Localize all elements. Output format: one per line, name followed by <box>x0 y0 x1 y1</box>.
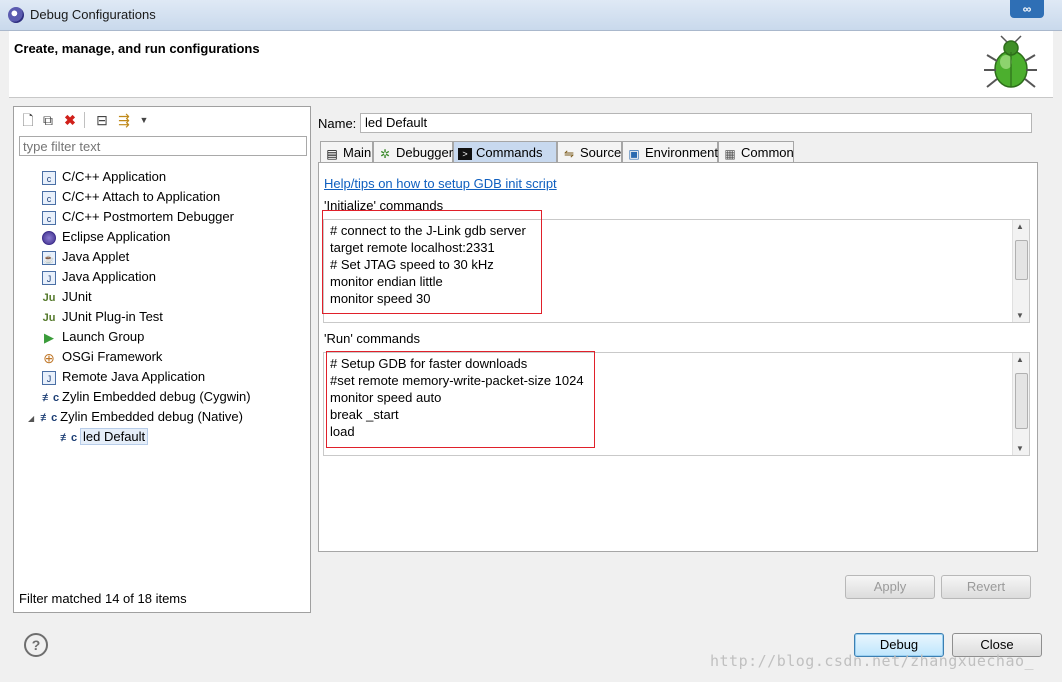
tree-item-label: Zylin Embedded debug (Cygwin) <box>62 389 251 404</box>
zylin-icon: ≢c <box>60 431 78 444</box>
tree-item-label: Remote Java Application <box>62 369 206 384</box>
java-app-icon: J <box>42 270 56 285</box>
debugger-tab-icon: ✲ <box>379 146 391 161</box>
new-config-icon[interactable]: 🗋 <box>20 112 36 128</box>
source-tab-icon: ⇋ <box>563 146 575 161</box>
zylin-icon: ≢c <box>40 411 58 424</box>
scroll-up-icon[interactable]: ▲ <box>1016 355 1024 364</box>
initialize-highlight-box <box>322 210 542 314</box>
filter-input[interactable] <box>19 136 307 156</box>
tree-item[interactable]: J Remote Java Application <box>42 367 205 387</box>
name-label: Name: <box>318 116 357 131</box>
name-input[interactable]: led Default <box>360 113 1032 133</box>
revert-button[interactable]: Revert <box>941 575 1031 599</box>
tab-label: Common <box>741 145 794 160</box>
filter-icon[interactable]: ⇶ <box>116 112 132 128</box>
tree-item[interactable]: c C/C++ Application <box>42 167 166 187</box>
scroll-down-icon[interactable]: ▼ <box>1016 444 1024 453</box>
title-bar: Debug Configurations ∞ <box>0 0 1062 31</box>
tree-item[interactable]: c C/C++ Attach to Application <box>42 187 220 207</box>
scroll-thumb[interactable] <box>1015 373 1028 429</box>
apply-button[interactable]: Apply <box>845 575 935 599</box>
commands-tab-icon: > <box>458 147 472 160</box>
junit-plugin-icon: Ju <box>42 311 56 324</box>
duplicate-config-icon[interactable]: ⧉ <box>40 112 56 128</box>
filter-menu-chevron-icon[interactable]: ▼ <box>136 112 152 128</box>
cpp-attach-icon: c <box>42 190 56 205</box>
init-scrollbar[interactable]: ▲ ▼ <box>1012 220 1029 322</box>
tab-source[interactable]: ⇋ Source <box>557 141 622 162</box>
cpp-app-icon: c <box>42 170 56 185</box>
tree-item[interactable]: ◢ ≢c Zylin Embedded debug (Native) <box>28 407 243 427</box>
tree-item-label: C/C++ Postmortem Debugger <box>62 209 234 224</box>
run-scrollbar[interactable]: ▲ ▼ <box>1012 353 1029 455</box>
tree-item[interactable]: Ju JUnit <box>42 287 92 307</box>
tree-item-label: C/C++ Application <box>62 169 167 184</box>
window-title: Debug Configurations <box>30 7 156 22</box>
tree-item-selected[interactable]: ≢c led Default <box>60 427 149 447</box>
configuration-tree-pane: 🗋 ⧉ ✖ ⊟ ⇶ ▼ c C/C++ Application c C/C++ At… <box>13 106 311 613</box>
main-tab-icon: ▤ <box>326 146 338 161</box>
osgi-icon: ⊕ <box>43 349 55 366</box>
tab-label: Source <box>580 145 622 160</box>
tree-item-label: led Default <box>80 428 149 445</box>
run-commands-label: 'Run' commands <box>324 331 421 346</box>
launch-group-icon: ▶ <box>44 329 54 345</box>
tree-item[interactable]: J Java Application <box>42 267 156 287</box>
tab-label: Environment <box>645 145 718 160</box>
run-highlight-box <box>326 351 595 448</box>
dialog-header: Create, manage, and run configurations <box>9 31 1053 98</box>
tree-item-label: Eclipse Application <box>62 229 171 244</box>
expanded-triangle-icon[interactable]: ◢ <box>28 414 34 423</box>
tab-environment[interactable]: ▣ Environment <box>622 141 718 162</box>
eclipse-icon <box>42 230 56 245</box>
eclipse-app-icon <box>8 7 24 23</box>
watermark: http://blog.csdn.net/zhangxuechao_ <box>710 652 1035 670</box>
filter-status: Filter matched 14 of 18 items <box>19 591 187 606</box>
dialog-heading: Create, manage, and run configurations <box>14 41 260 56</box>
tree-item[interactable]: ▶ Launch Group <box>42 327 144 347</box>
toolbar-divider <box>84 112 85 128</box>
tree-item[interactable]: ≢c Zylin Embedded debug (Cygwin) <box>42 387 251 407</box>
tree-item-label: OSGi Framework <box>62 349 163 364</box>
scroll-down-icon[interactable]: ▼ <box>1016 311 1024 320</box>
tab-debugger[interactable]: ✲ Debugger <box>373 141 453 162</box>
zylin-icon: ≢c <box>42 391 60 404</box>
help-tips-link[interactable]: Help/tips on how to setup GDB init scrip… <box>324 176 557 191</box>
window-control-icon[interactable]: ∞ <box>1010 0 1044 18</box>
tab-label: Commands <box>476 145 543 160</box>
tab-label: Main <box>343 145 372 160</box>
tab-main[interactable]: ▤ Main <box>320 141 373 162</box>
debug-bug-icon <box>984 35 1037 88</box>
tree-item[interactable]: Eclipse Application <box>42 227 170 247</box>
common-tab-icon: ▦ <box>724 146 736 161</box>
delete-config-icon[interactable]: ✖ <box>62 112 78 128</box>
tab-label: Debugger <box>396 145 454 160</box>
tree-item[interactable]: ☕ Java Applet <box>42 247 129 267</box>
tree-item-label: Zylin Embedded debug (Native) <box>60 409 243 424</box>
cpp-postmortem-icon: c <box>42 210 56 225</box>
help-icon[interactable]: ? <box>24 633 48 657</box>
junit-icon: Ju <box>42 291 56 304</box>
tree-item-label: JUnit Plug-in Test <box>62 309 163 324</box>
java-applet-icon: ☕ <box>42 250 56 265</box>
remote-java-icon: J <box>42 370 56 385</box>
tab-common[interactable]: ▦ Common <box>718 141 794 162</box>
tree-item-label: JUnit <box>62 289 92 304</box>
tree-item-label: Launch Group <box>62 329 145 344</box>
scroll-up-icon[interactable]: ▲ <box>1016 222 1024 231</box>
tree-item-label: Java Applet <box>62 249 130 264</box>
environment-tab-icon: ▣ <box>628 146 640 161</box>
collapse-all-icon[interactable]: ⊟ <box>94 112 110 128</box>
tree-item-label: Java Application <box>62 269 156 284</box>
scroll-thumb[interactable] <box>1015 240 1028 280</box>
tab-commands[interactable]: > Commands <box>453 141 557 162</box>
tree-item[interactable]: ⊕ OSGi Framework <box>42 347 162 367</box>
tree-item-label: C/C++ Attach to Application <box>62 189 221 204</box>
tree-item[interactable]: c C/C++ Postmortem Debugger <box>42 207 234 227</box>
tree-item[interactable]: Ju JUnit Plug-in Test <box>42 307 163 327</box>
